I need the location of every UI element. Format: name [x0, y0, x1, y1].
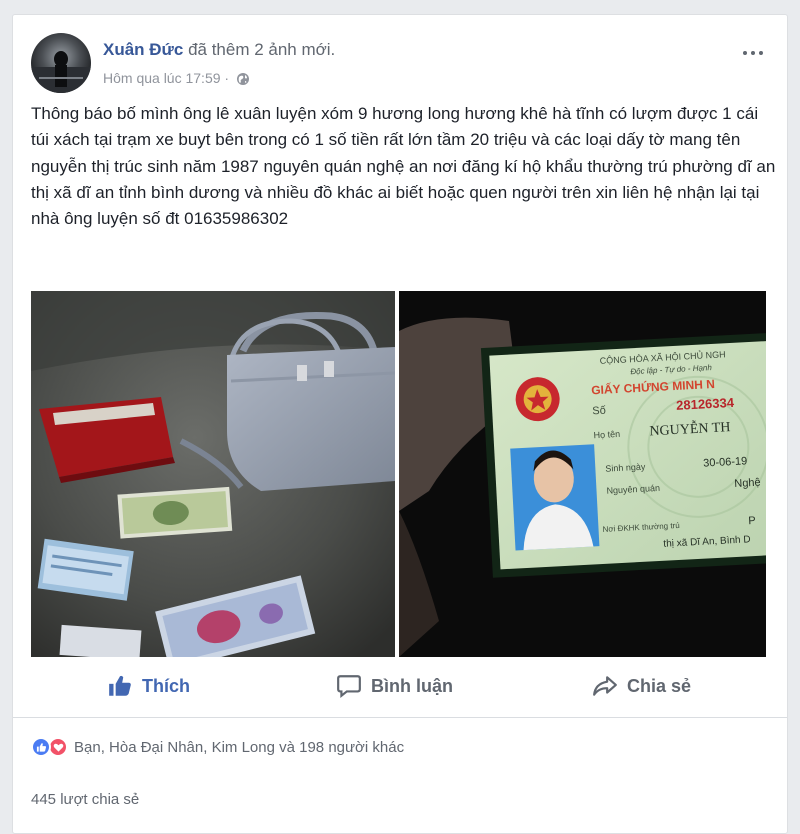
id-card-number-label: Số	[592, 405, 606, 418]
reaction-icons	[31, 737, 68, 757]
reactions-summary[interactable]: Bạn, Hòa Đại Nhân, Kim Long và 198 người…	[31, 733, 404, 761]
id-card-name-label: Họ tên	[593, 429, 620, 440]
post-header: Xuân Đức đã thêm 2 ảnh mới. Hôm qua lúc …	[31, 33, 775, 93]
comment-label: Bình luận	[371, 675, 453, 696]
share-button[interactable]: Chia sẻ	[592, 665, 691, 707]
comment-icon	[337, 675, 361, 699]
id-card-photo[interactable]: CỘNG HÒA XÃ HỘI CHỦ NGH Độc lập - Tự do …	[399, 291, 766, 657]
like-label: Thích	[142, 675, 190, 696]
thumbs-up-icon	[109, 675, 131, 696]
post-timestamp[interactable]: Hôm qua lúc 17:59	[103, 70, 221, 86]
share-label: Chia sẻ	[627, 675, 692, 696]
id-card-dob-label: Sinh ngày	[605, 462, 646, 474]
id-card-dob: 30-06-19	[703, 455, 748, 469]
id-card-residence-1: P	[748, 515, 756, 527]
love-reaction-icon	[48, 737, 68, 757]
share-icon	[593, 676, 617, 696]
bag-money-photo[interactable]	[31, 291, 395, 657]
like-button[interactable]: Thích	[107, 665, 190, 707]
like-reaction-icon	[31, 737, 51, 757]
post-action-text: đã thêm 2 ảnh mới.	[188, 40, 336, 59]
more-options-icon[interactable]	[739, 43, 767, 63]
post-meta: Hôm qua lúc 17:59 ·	[103, 70, 250, 89]
author-line: Xuân Đức đã thêm 2 ảnh mới.	[103, 40, 335, 60]
shares-count[interactable]: 445 lượt chia sẻ	[31, 791, 139, 808]
reactions-text[interactable]: Bạn, Hòa Đại Nhân, Kim Long và 198 người…	[74, 739, 404, 756]
comment-button[interactable]: Bình luận	[336, 665, 453, 707]
author-name[interactable]: Xuân Đức	[103, 40, 183, 59]
post-actions: Thích Bình luận Chia sẻ	[13, 665, 787, 707]
id-card-origin: Nghệ	[734, 477, 761, 490]
post-card: Xuân Đức đã thêm 2 ảnh mới. Hôm qua lúc …	[12, 14, 788, 834]
author-avatar[interactable]	[31, 33, 91, 93]
post-text: Thông báo bố mình ông lê xuân luyện xóm …	[31, 104, 776, 229]
divider	[13, 717, 787, 718]
meta-separator: ·	[224, 70, 230, 86]
id-card-number: 28126334	[676, 395, 735, 413]
globe-icon[interactable]	[236, 72, 250, 89]
